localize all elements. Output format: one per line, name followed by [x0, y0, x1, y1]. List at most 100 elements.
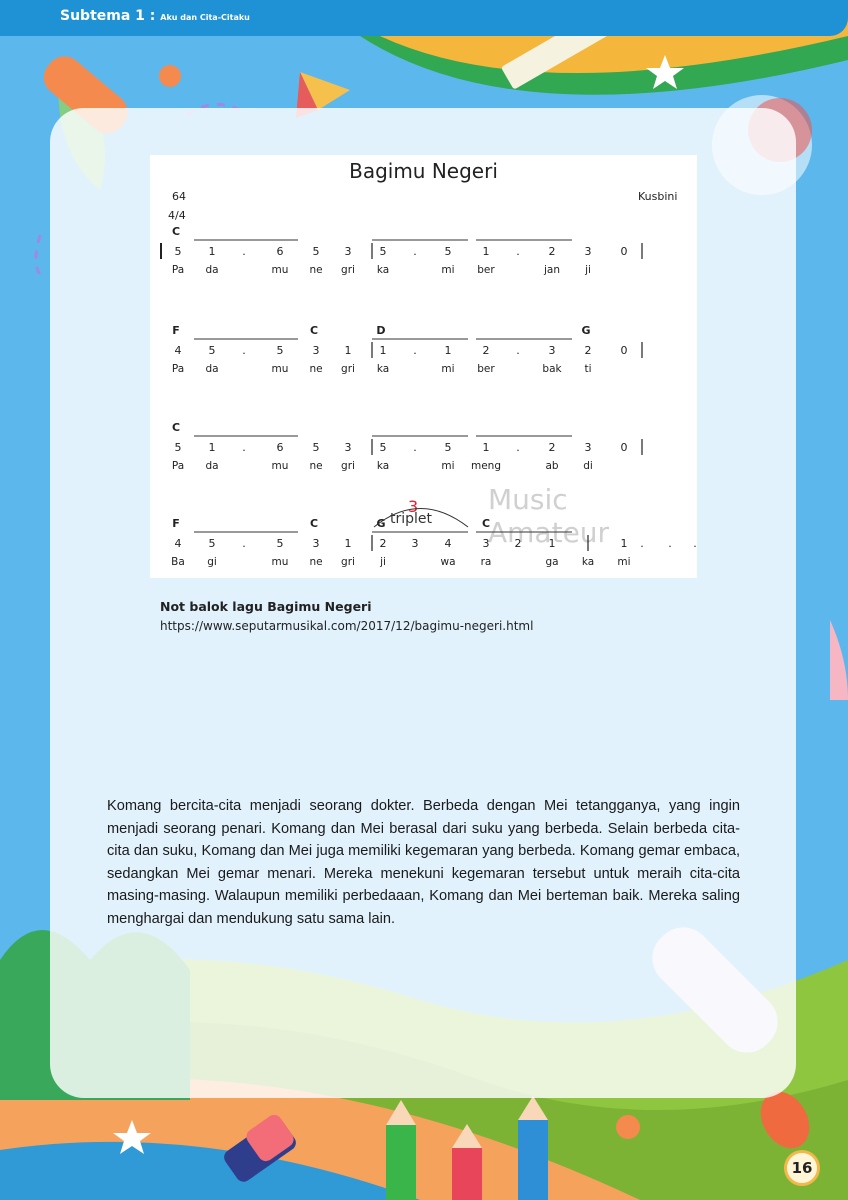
note: 3	[345, 441, 352, 454]
note: 1	[209, 245, 216, 258]
chord-label: C	[172, 225, 180, 238]
note: 2	[585, 344, 592, 357]
lyric-syllable: da	[205, 363, 218, 375]
note: 5	[209, 344, 216, 357]
note: 3	[549, 344, 556, 357]
chord-label: G	[581, 324, 590, 337]
lyric-syllable: ji	[584, 264, 591, 276]
lyric-syllable: Pa	[172, 264, 184, 276]
note: .	[413, 441, 417, 454]
note: .	[668, 537, 672, 550]
note: 3	[313, 537, 320, 550]
lyric-syllable: mi	[617, 556, 630, 568]
note: 6	[277, 245, 284, 258]
note: 5	[175, 245, 182, 258]
lyric-syllable: ka	[377, 460, 389, 472]
note: 3	[313, 344, 320, 357]
note: .	[516, 441, 520, 454]
lyric-syllable: bak	[542, 363, 562, 375]
note: 1	[483, 441, 490, 454]
lyric-syllable: Pa	[172, 460, 184, 472]
chord-label: D	[376, 324, 385, 337]
note: .	[242, 537, 246, 550]
song-score: Bagimu Negeri 64 4/4 Kusbini Music Amate…	[150, 155, 697, 578]
lyric-syllable: ne	[309, 264, 322, 276]
note: 1	[380, 344, 387, 357]
note: 2	[549, 441, 556, 454]
note: .	[242, 245, 246, 258]
note: 1	[345, 344, 352, 357]
lyric-syllable: ab	[545, 460, 558, 472]
subtheme-label: Subtema 1 :	[60, 8, 156, 24]
note: 1	[621, 537, 628, 550]
note: 3	[345, 245, 352, 258]
lyric-syllable: ne	[309, 363, 322, 375]
lyric-syllable: mi	[441, 460, 454, 472]
lyric-syllable: gri	[341, 460, 355, 472]
note: 3	[585, 441, 592, 454]
note: .	[640, 537, 644, 550]
note: .	[413, 245, 417, 258]
subtheme-heading: Subtema 1 : Aku dan Cita-Citaku	[60, 8, 250, 24]
note: 1	[483, 245, 490, 258]
chord-label: F	[172, 517, 180, 530]
note: .	[413, 344, 417, 357]
lyric-syllable: da	[205, 264, 218, 276]
lyric-syllable: ti	[584, 363, 591, 375]
lyric-syllable: jan	[543, 264, 560, 276]
note: .	[242, 344, 246, 357]
note: .	[516, 344, 520, 357]
note: 2	[515, 537, 522, 550]
note: 5	[313, 441, 320, 454]
note: 3	[412, 537, 419, 550]
lyric-syllable: ber	[477, 363, 495, 375]
lyric-syllable: meng	[471, 460, 501, 472]
lyric-syllable: ber	[477, 264, 495, 276]
lyric-syllable: ga	[545, 556, 558, 568]
lyric-syllable: ra	[481, 556, 492, 568]
note: 4	[175, 537, 182, 550]
caption-link[interactable]: https://www.seputarmusikal.com/2017/12/b…	[160, 619, 533, 633]
note: 0	[621, 245, 628, 258]
lyric-syllable: mu	[272, 264, 289, 276]
chord-label: F	[172, 324, 180, 337]
note: 0	[621, 441, 628, 454]
note: 5	[380, 245, 387, 258]
note: 5	[277, 537, 284, 550]
lyric-syllable: mi	[441, 363, 454, 375]
lyric-syllable: da	[205, 460, 218, 472]
lyric-syllable: ne	[309, 556, 322, 568]
chord-label: C	[172, 421, 180, 434]
lyric-syllable: gri	[341, 556, 355, 568]
note: 1	[445, 344, 452, 357]
note: 2	[549, 245, 556, 258]
lyric-syllable: gri	[341, 264, 355, 276]
note: 5	[380, 441, 387, 454]
note: 4	[445, 537, 452, 550]
note: 2	[380, 537, 387, 550]
lyric-syllable: ka	[377, 363, 389, 375]
note: 5	[277, 344, 284, 357]
note: .	[242, 441, 246, 454]
note: 1	[345, 537, 352, 550]
note: 5	[445, 245, 452, 258]
lyric-syllable: mi	[441, 264, 454, 276]
note: 5	[445, 441, 452, 454]
lyric-syllable: mu	[272, 556, 289, 568]
lyric-syllable: ka	[377, 264, 389, 276]
lyric-syllable: ji	[379, 556, 386, 568]
subtheme-title: Aku dan Cita-Citaku	[160, 13, 250, 22]
lyric-syllable: ka	[582, 556, 594, 568]
note: 3	[585, 245, 592, 258]
note: .	[693, 537, 697, 550]
lyric-syllable: gri	[341, 363, 355, 375]
lyric-syllable: mu	[272, 460, 289, 472]
note: 1	[549, 537, 556, 550]
notation-staff: C 5 1. 6 5 3 5. 5 1. 2 3 0 Pa da mu ne gri ka mi ber jan ji F C…	[160, 225, 697, 568]
lyric-syllable: mu	[272, 363, 289, 375]
lyric-syllable: ne	[309, 460, 322, 472]
lyric-syllable: Ba	[171, 556, 185, 568]
lyric-syllable: di	[583, 460, 593, 472]
note: 5	[313, 245, 320, 258]
page-number: 16	[784, 1150, 820, 1186]
